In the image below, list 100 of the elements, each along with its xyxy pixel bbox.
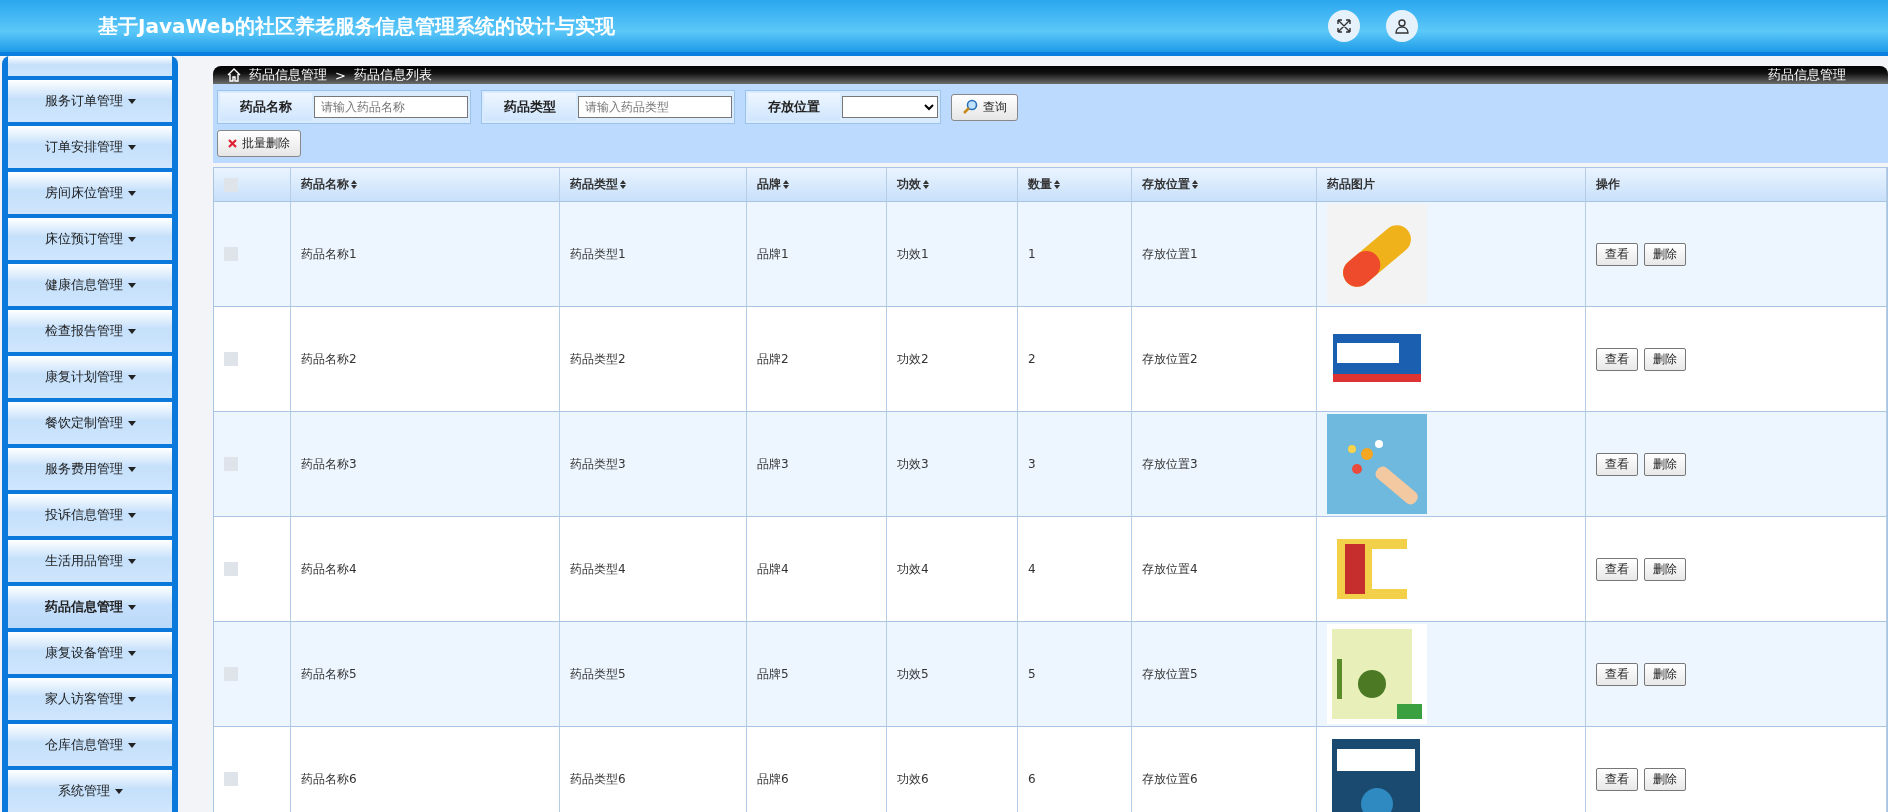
caret-icon [127,328,136,334]
table-cell: 品牌4 [747,517,887,622]
table-cell: 品牌3 [747,412,887,517]
table-cell: 5 [1018,622,1132,727]
table-cell: 1 [1018,202,1132,307]
location-select[interactable] [842,96,938,118]
search-button[interactable]: 查询 [951,93,1018,121]
filter-label: 存放位置 [748,93,840,121]
view-button[interactable]: 查看 [1596,767,1638,791]
table-cell: 存放位置6 [1132,727,1317,812]
table-cell: 功效6 [887,727,1018,812]
sidebar-item[interactable]: 仓库信息管理 [8,724,172,766]
breadcrumb-current: 药品信息列表 [353,66,432,84]
table-cell: 6 [1018,727,1132,812]
sidebar-item[interactable]: 服务订单管理 [8,80,172,122]
table-cell: 4 [1018,517,1132,622]
sort-icon [620,180,626,189]
caret-icon [127,236,136,242]
table-cell: 品牌6 [747,727,887,812]
sidebar-item[interactable]: 康复计划管理 [8,356,172,398]
caret-icon [127,650,136,656]
column-header[interactable]: 药品名称 [291,168,560,202]
table-cell: 药品名称3 [291,412,560,517]
sidebar-item[interactable]: 系统管理 [8,770,172,812]
table-cell: 药品类型3 [560,412,747,517]
table-cell: 品牌5 [747,622,887,727]
sort-icon [1192,180,1198,189]
table-cell: 2 [1018,307,1132,412]
delete-button[interactable]: 删除 [1644,242,1686,266]
column-header[interactable]: 存放位置 [1132,168,1317,202]
table-cell: 3 [1018,412,1132,517]
caret-icon [127,374,136,380]
table-cell: 存放位置3 [1132,412,1317,517]
sidebar-item[interactable]: 服务费用管理 [8,448,172,490]
table-cell: 药品名称2 [291,307,560,412]
checkbox[interactable] [224,352,238,366]
column-header[interactable]: 药品类型 [560,168,747,202]
delete-button[interactable]: 删除 [1644,557,1686,581]
table-cell: 药品类型5 [560,622,747,727]
view-button[interactable]: 查看 [1596,452,1638,476]
sidebar-item[interactable]: 餐饮定制管理 [8,402,172,444]
table-cell: 药品类型4 [560,517,747,622]
sidebar-item[interactable]: 健康信息管理 [8,264,172,306]
caret-icon [127,696,136,702]
view-button[interactable]: 查看 [1596,347,1638,371]
search-icon [962,99,978,115]
sidebar-item[interactable]: 药品信息管理 [8,586,172,628]
view-button[interactable]: 查看 [1596,662,1638,686]
fullscreen-icon[interactable] [1328,10,1360,42]
delete-button[interactable]: 删除 [1644,347,1686,371]
table-cell: 存放位置1 [1132,202,1317,307]
sidebar-item[interactable]: 订单安排管理 [8,126,172,168]
sidebar-item[interactable]: 检查报告管理 [8,310,172,352]
table-cell: 存放位置5 [1132,622,1317,727]
checkbox[interactable] [224,772,238,786]
sidebar-item[interactable]: 床位预订管理 [8,218,172,260]
caret-icon [127,190,136,196]
caret-icon [127,742,136,748]
breadcrumb-link[interactable]: 药品信息管理 [249,66,327,84]
table-cell: 存放位置2 [1132,307,1317,412]
sidebar-item[interactable]: 家人访客管理 [8,678,172,720]
sidebar-item[interactable] [8,56,172,76]
table-cell: 品牌2 [747,307,887,412]
view-button[interactable]: 查看 [1596,557,1638,581]
sidebar-item[interactable]: 生活用品管理 [8,540,172,582]
delete-button[interactable]: 删除 [1644,452,1686,476]
sidebar-item[interactable]: 投诉信息管理 [8,494,172,536]
table-cell: 药品名称1 [291,202,560,307]
delete-button[interactable]: 删除 [1644,662,1686,686]
home-icon[interactable] [227,68,241,82]
column-header: 操作 [1586,168,1887,202]
table-cell: 药品类型6 [560,727,747,812]
filter-label: 药品名称 [220,93,312,121]
sidebar-item[interactable]: 房间床位管理 [8,172,172,214]
sort-icon [351,180,357,189]
page-title: 药品信息管理 [1768,66,1846,84]
batch-delete-button[interactable]: 批量删除 [217,130,301,157]
user-icon[interactable] [1386,10,1418,42]
table-cell: 功效3 [887,412,1018,517]
sort-icon [783,180,789,189]
caret-icon [127,144,136,150]
checkbox[interactable] [224,562,238,576]
column-header[interactable]: 数量 [1018,168,1132,202]
table-cell: 功效1 [887,202,1018,307]
table-cell: 功效5 [887,622,1018,727]
delete-button[interactable]: 删除 [1644,767,1686,791]
column-header[interactable]: 功效 [887,168,1018,202]
sidebar-item[interactable]: 康复设备管理 [8,632,172,674]
table-cell: 药品类型1 [560,202,747,307]
input-field[interactable]: 请输入药品名称 [314,96,468,118]
input-field[interactable]: 请输入药品类型 [578,96,732,118]
column-header[interactable]: 品牌 [747,168,887,202]
sort-icon [1054,180,1060,189]
table-cell: 药品名称4 [291,517,560,622]
table-cell: 药品类型2 [560,307,747,412]
caret-icon [127,420,136,426]
caret-icon [127,558,136,564]
table-cell: 品牌1 [747,202,887,307]
view-button[interactable]: 查看 [1596,242,1638,266]
caret-icon [114,788,123,794]
